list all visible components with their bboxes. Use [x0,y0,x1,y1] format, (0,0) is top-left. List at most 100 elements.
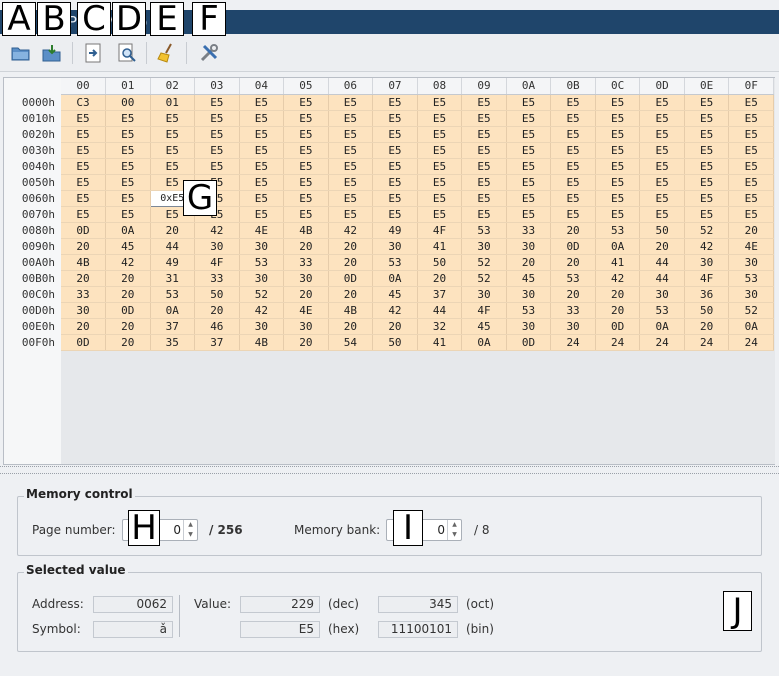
open-button[interactable] [8,40,34,66]
memory-cell[interactable]: E5 [639,94,685,111]
memory-cell[interactable]: E5 [60,142,106,159]
memory-cell[interactable]: 30 [239,238,285,255]
memory-cell[interactable]: 20 [60,270,106,287]
memory-cell[interactable]: 20 [105,270,151,287]
memory-cell[interactable]: E5 [372,158,418,175]
memory-cell[interactable]: E5 [639,206,685,223]
memory-cell[interactable]: E5 [728,110,774,127]
memory-cell[interactable]: 37 [417,286,463,303]
memory-cell[interactable]: 45 [105,238,151,255]
memory-cell[interactable]: E5 [239,126,285,143]
memory-cell[interactable]: 53 [550,270,596,287]
memory-cell[interactable]: E5 [461,190,507,207]
memory-cell[interactable]: E5 [417,94,463,111]
memory-cell[interactable]: E5 [328,94,374,111]
memory-cell[interactable]: E5 [194,142,240,159]
memory-cell[interactable]: 50 [684,302,730,319]
memory-cell[interactable]: 31 [150,270,196,287]
memory-cell[interactable]: 4E [728,238,774,255]
memory-cell[interactable]: E5 [639,174,685,191]
memory-cell[interactable]: E5 [60,110,106,127]
memory-cell[interactable]: 20 [684,318,730,335]
memory-cell[interactable]: 44 [639,270,685,287]
memory-cell[interactable]: 53 [639,302,685,319]
memory-cell[interactable]: E5 [105,174,151,191]
memory-cell[interactable]: 30 [728,254,774,271]
memory-cell[interactable]: E5 [461,158,507,175]
memory-cell[interactable]: 0D [60,222,106,239]
chevron-up-icon[interactable]: ▲ [448,520,461,530]
memory-cell[interactable]: 4B [239,334,285,351]
memory-cell[interactable]: E5 [417,158,463,175]
clear-button[interactable] [154,40,180,66]
memory-cell[interactable]: 50 [417,254,463,271]
memory-cell[interactable]: E5 [684,174,730,191]
memory-cell[interactable]: 45 [372,286,418,303]
memory-cell[interactable]: E5 [550,126,596,143]
memory-cell[interactable]: E5 [283,142,329,159]
memory-cell[interactable]: E5 [728,94,774,111]
memory-cell[interactable]: 20 [60,318,106,335]
memory-cell[interactable]: E5 [728,142,774,159]
oct-field[interactable]: 345 [378,596,458,613]
memory-cell[interactable]: E5 [684,158,730,175]
memory-cell[interactable]: E5 [639,190,685,207]
memory-cell[interactable]: C3 [60,94,106,111]
memory-cell[interactable]: 45 [506,270,552,287]
memory-cell[interactable]: E5 [372,174,418,191]
memory-cell[interactable]: 4B [328,302,374,319]
memory-cell[interactable]: E5 [283,110,329,127]
memory-cell[interactable]: E5 [60,174,106,191]
memory-cell[interactable]: E5 [328,126,374,143]
memory-cell[interactable]: 0A [150,302,196,319]
memory-cell[interactable]: E5 [283,206,329,223]
memory-cell[interactable]: E5 [684,142,730,159]
chevron-down-icon[interactable]: ▼ [184,530,197,540]
memory-cell[interactable]: 24 [639,334,685,351]
settings-button[interactable] [196,40,222,66]
memory-cell[interactable]: E5 [506,206,552,223]
memory-cell[interactable]: E5 [506,110,552,127]
hex-field[interactable]: E5 [240,621,320,638]
memory-cell[interactable]: 50 [194,286,240,303]
memory-cell[interactable]: E5 [283,158,329,175]
memory-cell[interactable]: E5 [550,206,596,223]
memory-cell[interactable]: E5 [239,94,285,111]
memory-cell[interactable]: 37 [194,334,240,351]
memory-cell[interactable]: 20 [372,318,418,335]
memory-cell[interactable]: 42 [372,302,418,319]
memory-cell[interactable]: E5 [372,110,418,127]
memory-cell[interactable]: E5 [372,190,418,207]
memory-cell[interactable]: 42 [328,222,374,239]
memory-cell[interactable]: E5 [328,206,374,223]
memory-cell[interactable]: E5 [417,190,463,207]
memory-cell[interactable]: 52 [728,302,774,319]
memory-cell[interactable]: 20 [283,286,329,303]
memory-cell[interactable]: E5 [417,126,463,143]
memory-cell[interactable]: 20 [283,238,329,255]
memory-cell[interactable]: E5 [461,94,507,111]
memory-cell[interactable]: E5 [372,126,418,143]
memory-cell[interactable]: 4B [60,254,106,271]
memory-cell[interactable]: E5 [105,142,151,159]
save-button[interactable] [39,40,65,66]
memory-cell[interactable]: 20 [728,222,774,239]
memory-cell[interactable]: E5 [239,142,285,159]
memory-cell[interactable]: 45 [461,318,507,335]
memory-cell[interactable]: 32 [417,318,463,335]
memory-cell[interactable]: 20 [105,286,151,303]
memory-cell[interactable]: E5 [684,206,730,223]
memory-cell[interactable]: 20 [283,334,329,351]
memory-cell[interactable]: 44 [417,302,463,319]
memory-cell[interactable]: 20 [328,238,374,255]
memory-bank-arrows[interactable]: ▲ ▼ [447,520,461,540]
memory-cell[interactable]: 24 [595,334,641,351]
memory-cell[interactable]: 20 [506,254,552,271]
memory-cell[interactable]: E5 [417,174,463,191]
memory-cell[interactable]: 49 [150,254,196,271]
memory-cell[interactable]: E5 [60,206,106,223]
memory-cell[interactable]: 30 [461,238,507,255]
memory-cell[interactable]: E5 [60,158,106,175]
memory-cell[interactable]: E5 [728,190,774,207]
memory-cell[interactable]: 53 [728,270,774,287]
